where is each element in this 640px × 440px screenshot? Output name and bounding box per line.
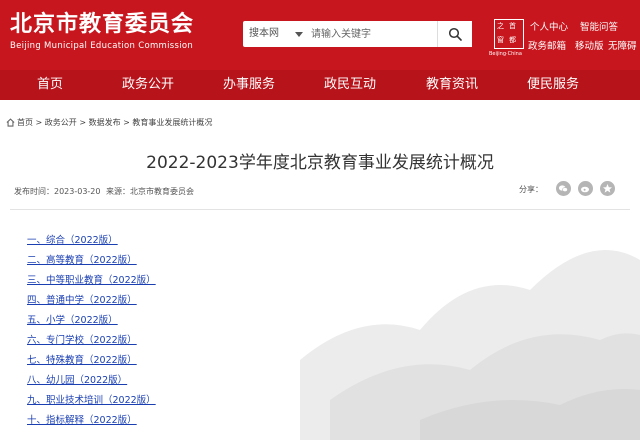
main-nav: 首页 政务公开 办事服务 政民互动 教育资讯 便民服务 [0, 70, 640, 100]
user-center-link[interactable]: 个人中心 [530, 19, 568, 33]
nav-item-interaction[interactable]: 政民互动 [314, 70, 386, 100]
search-icon[interactable] [448, 27, 462, 41]
nav-item-gov-affairs[interactable]: 政务公开 [112, 70, 184, 100]
seal-char: 窗 [497, 36, 504, 44]
breadcrumb-separator: > [79, 118, 87, 127]
list-item-special-education[interactable]: 七、特殊教育（2022版） [27, 352, 137, 366]
list-item-primary-school[interactable]: 五、小学（2022版） [27, 312, 118, 326]
list-item-vocational-education[interactable]: 三、中等职业教育（2022版） [27, 272, 156, 286]
seal-subtitle: Beijing·China [489, 51, 522, 57]
gov-mailbox-link[interactable]: 政务邮箱 [528, 38, 566, 52]
list-item-kindergarten[interactable]: 八、幼儿园（2022版） [27, 372, 127, 386]
weibo-icon[interactable] [578, 181, 593, 196]
site-logo-title[interactable]: 北京市教育委员会 [10, 12, 194, 38]
page: 北京市教育委员会 Beijing Municipal Education Com… [0, 0, 640, 440]
list-item-secondary-school[interactable]: 四、普通中学（2022版） [27, 292, 137, 306]
breadcrumb-separator: > [35, 118, 43, 127]
search-input[interactable] [311, 24, 431, 44]
breadcrumb-separator: > [123, 118, 130, 127]
breadcrumb: 首页 > 政务公开 > 数据发布 > 教育事业发展统计概况 [17, 117, 212, 128]
list-item-comprehensive[interactable]: 一、综合（2022版） [27, 232, 118, 246]
list-item-higher-education[interactable]: 二、高等教育（2022版） [27, 252, 137, 266]
breadcrumb-gov-affairs[interactable]: 政务公开 [45, 118, 77, 127]
wechat-icon[interactable] [556, 181, 571, 196]
article-source: 来源：北京市教育委员会 [106, 187, 194, 196]
home-icon [6, 118, 15, 127]
nav-item-services[interactable]: 办事服务 [213, 70, 285, 100]
chevron-down-icon[interactable] [295, 32, 303, 37]
breadcrumb-current: 教育事业发展统计概况 [132, 118, 213, 127]
divider [10, 209, 630, 210]
search-scope-select[interactable]: 搜本网 [249, 21, 279, 47]
nav-item-home[interactable]: 首页 [20, 70, 80, 100]
publish-time: 发布时间：2023-03-20 [14, 187, 101, 196]
mobile-version-link[interactable]: 移动版 [575, 38, 604, 52]
nav-item-public-services[interactable]: 便民服务 [517, 70, 589, 100]
article-title: 2022-2023学年度北京教育事业发展统计概况 [146, 153, 494, 173]
breadcrumb-data-release[interactable]: 数据发布 [89, 118, 121, 127]
seal-char: 首 [509, 22, 516, 30]
seal-char: 都 [509, 36, 516, 44]
breadcrumb-home[interactable]: 首页 [17, 118, 33, 127]
site-logo-subtitle: Beijing Municipal Education Commission [10, 41, 194, 51]
seal-char: 之 [497, 22, 504, 30]
list-item-vocational-training[interactable]: 九、职业技术培训（2022版） [27, 392, 156, 406]
nav-item-education-news[interactable]: 教育资讯 [416, 70, 488, 100]
list-item-special-school[interactable]: 六、专门学校（2022版） [27, 332, 137, 346]
qzone-icon[interactable] [600, 181, 615, 196]
accessibility-link[interactable]: 无障碍 [608, 38, 637, 52]
share-label: 分享： [519, 185, 543, 194]
smart-qa-link[interactable]: 智能问答 [580, 19, 618, 33]
list-item-indicator-explanation[interactable]: 十、指标解释（2022版） [27, 412, 137, 426]
landscape-background [300, 250, 640, 440]
